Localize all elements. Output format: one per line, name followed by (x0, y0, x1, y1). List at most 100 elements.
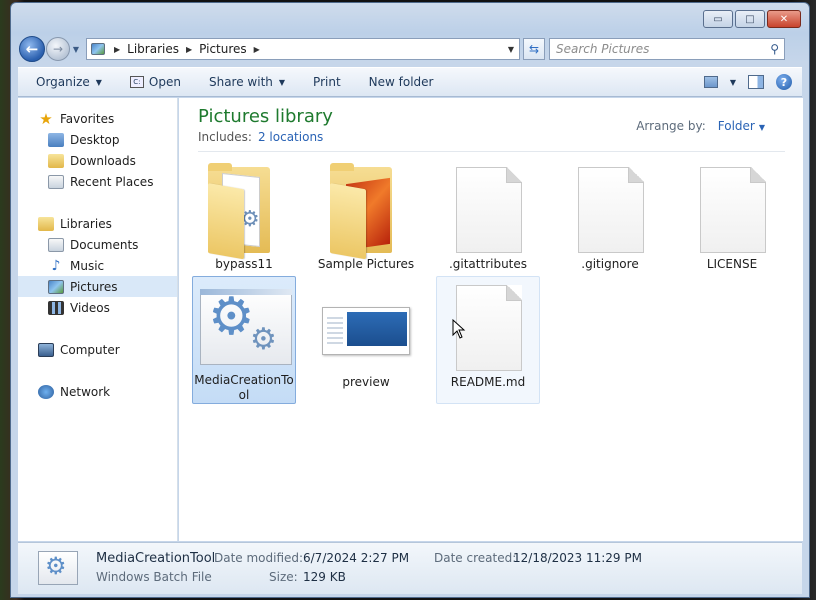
sidebar-item-recent-places[interactable]: Recent Places (18, 171, 177, 192)
sidebar-item-label: Recent Places (70, 174, 154, 189)
print-button[interactable]: Print (313, 75, 341, 89)
open-button[interactable]: C: Open (129, 75, 181, 89)
details-file-type: Windows Batch File (96, 570, 212, 584)
back-button[interactable]: ← (19, 36, 45, 62)
navigation-pane: ★ Favorites Desktop Downloads Recent Pla… (18, 98, 178, 541)
computer-icon (38, 342, 54, 357)
share-with-label: Share with (208, 75, 273, 89)
date-created-value: 12/18/2023 11:29 PM (513, 551, 642, 565)
explorer-window: ▭ □ ✕ ← → ▼ ▶ Libraries ▶ Pictures ▶ ▼ ⇆… (10, 2, 810, 598)
chevron-right-icon[interactable]: ▶ (254, 45, 260, 54)
mouse-cursor-icon (452, 319, 466, 339)
file-item-gitattributes[interactable]: .gitattributes (436, 158, 540, 286)
address-bar[interactable]: ▶ Libraries ▶ Pictures ▶ ▼ (86, 38, 520, 60)
details-pane: ⚙ MediaCreationTool Windows Batch File D… (18, 542, 802, 594)
batch-file-icon: ⚙ ⚙ (196, 279, 292, 373)
sidebar-item-network[interactable]: Network (18, 381, 177, 402)
date-modified-label: Date modified: (214, 551, 304, 565)
help-icon[interactable]: ? (776, 74, 792, 90)
library-includes: Includes: 2 locations (198, 130, 323, 144)
sidebar-item-videos[interactable]: Videos (18, 297, 177, 318)
recent-pages-dropdown-icon[interactable]: ▼ (70, 45, 82, 54)
file-name: README.md (450, 375, 526, 389)
arrange-by-dropdown[interactable]: Folder (718, 119, 755, 133)
sidebar-item-music[interactable]: ♪ Music (18, 255, 177, 276)
file-item-mediacreationtool[interactable]: ⚙ ⚙ MediaCreationTool (192, 276, 296, 404)
sidebar-item-downloads[interactable]: Downloads (18, 150, 177, 171)
file-item-bypass11[interactable]: ⚙ bypass11 (192, 158, 296, 286)
refresh-button[interactable]: ⇆ (523, 38, 545, 60)
file-name: .gitignore (581, 257, 639, 271)
minimize-button[interactable]: ▭ (703, 10, 733, 28)
file-list-pane[interactable]: Pictures library Includes: 2 locations Ar… (179, 98, 803, 541)
close-button[interactable]: ✕ (767, 10, 801, 28)
image-thumbnail (318, 279, 414, 375)
file-item-license[interactable]: LICENSE (680, 158, 784, 286)
file-name: MediaCreationTool (194, 373, 294, 402)
desktop-icon (48, 132, 64, 147)
organize-button[interactable]: Organize ▼ (36, 75, 102, 89)
locations-link[interactable]: 2 locations (258, 130, 323, 144)
cmd-icon: C: (129, 76, 144, 88)
address-dropdown-icon[interactable]: ▼ (503, 45, 519, 54)
sidebar-item-favorites[interactable]: ★ Favorites (18, 108, 177, 129)
file-name: LICENSE (706, 257, 758, 271)
pictures-icon (48, 279, 64, 294)
folder-icon: ⚙ (196, 161, 292, 260)
library-icon (91, 43, 105, 55)
search-placeholder: Search Pictures (556, 42, 650, 56)
chevron-right-icon[interactable]: ▶ (186, 45, 192, 54)
sidebar-item-documents[interactable]: Documents (18, 234, 177, 255)
date-created-label: Date created: (434, 551, 517, 565)
file-item-preview[interactable]: preview (314, 276, 418, 404)
search-input[interactable]: Search Pictures ⚲ (549, 38, 785, 60)
file-name: preview (342, 375, 390, 389)
blank-file-icon (440, 279, 536, 375)
new-folder-button[interactable]: New folder (369, 75, 434, 89)
blank-file-icon (562, 161, 658, 257)
caret-down-icon[interactable]: ▼ (759, 123, 765, 132)
breadcrumb-libraries[interactable]: Libraries (127, 42, 179, 56)
libraries-icon (38, 216, 54, 231)
breadcrumb-pictures[interactable]: Pictures (199, 42, 247, 56)
star-icon: ★ (39, 109, 53, 128)
view-dropdown-icon[interactable]: ▼ (730, 78, 736, 87)
size-label: Size: (269, 570, 298, 584)
downloads-icon (48, 153, 64, 168)
file-name: .gitattributes (448, 257, 528, 271)
file-item-sample-pictures[interactable]: Sample Pictures (314, 158, 418, 286)
arrange-label: Arrange by: (636, 119, 706, 133)
music-icon: ♪ (51, 257, 61, 274)
preview-pane-icon[interactable] (748, 75, 764, 89)
sidebar-item-desktop[interactable]: Desktop (18, 129, 177, 150)
sidebar-item-label: Desktop (70, 132, 120, 147)
sidebar-item-computer[interactable]: Computer (18, 339, 177, 360)
file-item-gitignore[interactable]: .gitignore (558, 158, 662, 286)
share-with-button[interactable]: Share with ▼ (209, 75, 285, 89)
documents-icon (48, 237, 64, 252)
sidebar-item-label: Network (60, 384, 111, 399)
library-title: Pictures library (198, 106, 333, 127)
file-item-readme[interactable]: README.md (436, 276, 540, 404)
search-icon[interactable]: ⚲ (770, 42, 779, 56)
sidebar-item-label: Libraries (60, 216, 112, 231)
gear-icon: ⚙ (208, 287, 255, 347)
sidebar-item-libraries[interactable]: Libraries (18, 213, 177, 234)
batch-file-icon: ⚙ (38, 551, 78, 585)
open-label: Open (148, 75, 181, 89)
videos-icon (48, 300, 64, 315)
print-label: Print (313, 75, 341, 89)
caption-buttons: ▭ □ ✕ (703, 10, 801, 28)
change-view-icon[interactable] (703, 76, 718, 88)
sidebar-item-label: Videos (70, 300, 110, 315)
forward-button[interactable]: → (46, 37, 70, 61)
new-folder-label: New folder (368, 75, 434, 89)
size-value: 129 KB (303, 570, 346, 584)
chevron-right-icon[interactable]: ▶ (114, 45, 120, 54)
date-modified-value: 6/7/2024 2:27 PM (303, 551, 410, 565)
maximize-button[interactable]: □ (735, 10, 765, 28)
caret-down-icon: ▼ (278, 77, 286, 87)
gear-icon: ⚙ (250, 322, 277, 357)
sidebar-item-label: Computer (60, 342, 120, 357)
sidebar-item-pictures[interactable]: Pictures (18, 276, 177, 297)
